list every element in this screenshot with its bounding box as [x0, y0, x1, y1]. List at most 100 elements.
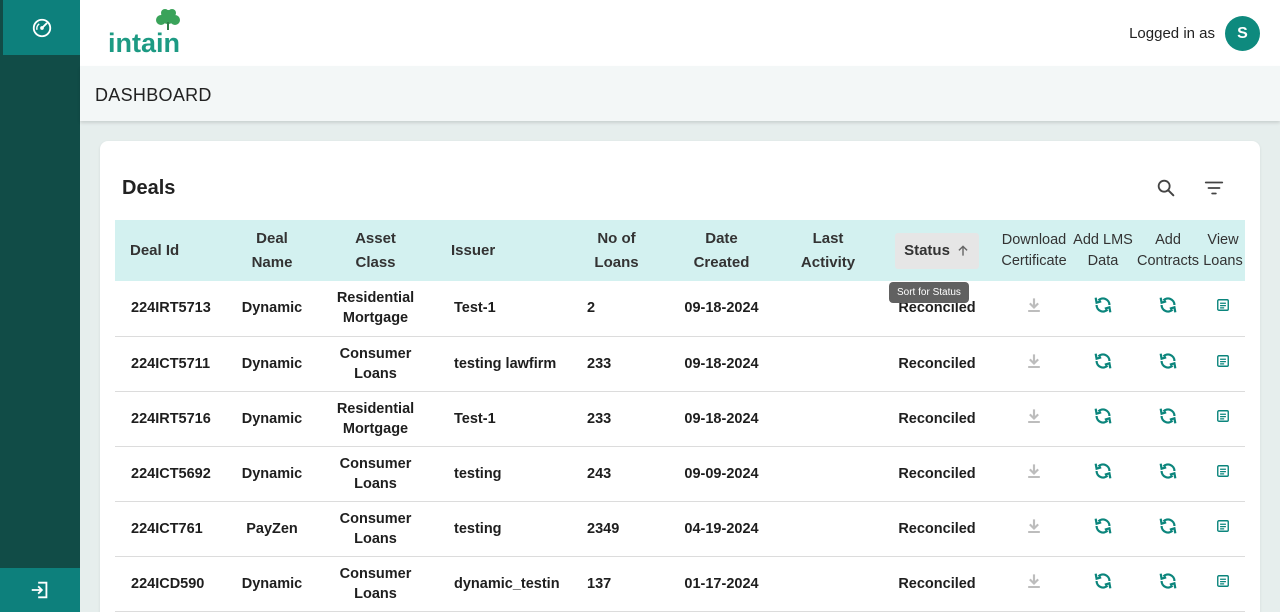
cell-asset-line2: Mortgage: [342, 420, 409, 437]
cell-asset-line2: Loans: [354, 365, 397, 382]
download-icon: [1028, 298, 1040, 313]
cell-no-of-loans: 233: [587, 355, 612, 372]
view-loans-button[interactable]: [1216, 519, 1230, 533]
cell-no-of-loans: 233: [587, 410, 612, 427]
col-deal-name[interactable]: Deal Name: [226, 220, 318, 281]
table-row[interactable]: 224ICD590 Dynamic Consumer Loans dynamic_…: [115, 556, 1245, 611]
add-lms-data-button[interactable]: [1092, 460, 1114, 482]
view-loans-button[interactable]: [1216, 409, 1230, 423]
cell-view-loans: [1201, 336, 1245, 391]
add-contracts-button[interactable]: [1157, 515, 1179, 537]
sort-tooltip: Sort for Status: [889, 282, 969, 303]
view-loans-button[interactable]: [1216, 574, 1230, 588]
col-add-contracts: Add Contracts: [1135, 220, 1201, 281]
table-row[interactable]: 224IRT5713 Dynamic Residential Mortgage T…: [115, 281, 1245, 336]
cell-date-created: 09-09-2024: [684, 465, 759, 482]
document-icon: [1217, 464, 1229, 477]
cell-deal-id: 224ICD590: [131, 575, 205, 592]
cell-deal-id: 224ICT5711: [131, 355, 211, 372]
cell-date-created: 04-19-2024: [684, 520, 759, 537]
deals-card: Deals Deal Id Deal Name Asset Class Issuer…: [100, 141, 1260, 612]
search-icon: [1157, 179, 1175, 197]
cell-add-lms: [1071, 391, 1135, 446]
add-lms-data-button[interactable]: [1092, 350, 1114, 372]
download-certificate-button[interactable]: [1024, 406, 1044, 426]
cell-deal-name: Dynamic: [241, 575, 303, 592]
col-date-created[interactable]: Date Created: [664, 220, 779, 281]
cell-date-created: 09-18-2024: [684, 300, 759, 317]
document-icon: [1217, 409, 1229, 422]
add-contracts-button[interactable]: [1157, 350, 1179, 372]
logout-button[interactable]: [0, 568, 80, 612]
col-deal-id[interactable]: Deal Id: [115, 220, 226, 281]
col-last-activity[interactable]: Last Activity: [779, 220, 877, 281]
col-lms-line1: Add LMS: [1073, 231, 1133, 248]
cell-asset-class: Consumer Loans: [318, 446, 433, 501]
col-status[interactable]: Status: [877, 220, 997, 281]
col-asset-class[interactable]: Asset Class: [318, 220, 433, 281]
search-button[interactable]: [1153, 175, 1179, 201]
table-row[interactable]: 224ICT5692 Dynamic Consumer Loans testing…: [115, 446, 1245, 501]
add-contracts-button[interactable]: [1157, 294, 1179, 316]
col-asset-class-line2: Class: [355, 253, 396, 271]
cell-deal-name: Dynamic: [241, 410, 303, 427]
download-certificate-button[interactable]: [1024, 571, 1044, 591]
col-no-of-loans[interactable]: No of Loans: [569, 220, 664, 281]
deals-table-body: 224IRT5713 Dynamic Residential Mortgage T…: [115, 281, 1245, 611]
cell-asset-line1: Consumer: [339, 565, 412, 582]
cell-add-contracts: [1135, 446, 1201, 501]
view-loans-button[interactable]: [1216, 354, 1230, 368]
add-lms-data-button[interactable]: [1092, 294, 1114, 316]
download-certificate-button[interactable]: [1024, 516, 1044, 536]
sync-icon: [1159, 352, 1177, 369]
intain-logo: intain: [108, 9, 180, 56]
col-date-created-line2: Created: [693, 253, 750, 271]
cell-add-lms: [1071, 556, 1135, 611]
add-lms-data-button[interactable]: [1092, 570, 1114, 592]
view-loans-button[interactable]: [1216, 298, 1230, 312]
download-certificate-button[interactable]: [1024, 351, 1044, 371]
cell-date-created: 09-18-2024: [684, 410, 759, 427]
cell-add-contracts: [1135, 556, 1201, 611]
add-contracts-button[interactable]: [1157, 570, 1179, 592]
cell-last-activity: [779, 446, 877, 501]
cell-issuer: testing: [454, 520, 502, 537]
cell-no-of-loans: 243: [587, 465, 612, 482]
sidebar-dashboard-button[interactable]: [3, 0, 80, 55]
cell-add-contracts: [1135, 336, 1201, 391]
col-add-lms-data: Add LMS Data: [1071, 220, 1135, 281]
add-contracts-button[interactable]: [1157, 405, 1179, 427]
col-issuer[interactable]: Issuer: [433, 220, 569, 281]
add-lms-data-button[interactable]: [1092, 405, 1114, 427]
cell-add-lms: [1071, 281, 1135, 336]
download-certificate-button[interactable]: [1024, 461, 1044, 481]
table-row[interactable]: 224IRT5716 Dynamic Residential Mortgage T…: [115, 391, 1245, 446]
table-header-row: Deal Id Deal Name Asset Class Issuer No of…: [115, 220, 1245, 281]
cell-asset-line2: Loans: [354, 585, 397, 602]
status-sort-button[interactable]: Status: [895, 232, 979, 269]
download-certificate-button[interactable]: [1024, 295, 1044, 315]
col-asset-class-line1: Asset: [355, 229, 396, 247]
table-row[interactable]: 224ICT5711 Dynamic Consumer Loans testing…: [115, 336, 1245, 391]
filter-button[interactable]: [1201, 175, 1227, 201]
logged-in-label: Logged in as: [1129, 25, 1215, 42]
cell-asset-line2: Loans: [354, 475, 397, 492]
cell-view-loans: [1201, 446, 1245, 501]
cell-last-activity: [779, 281, 877, 336]
cell-date-created: 01-17-2024: [684, 575, 759, 592]
col-no-of-loans-line2: Loans: [594, 253, 639, 271]
add-contracts-button[interactable]: [1157, 460, 1179, 482]
cell-add-contracts: [1135, 391, 1201, 446]
cell-asset-class: Residential Mortgage: [318, 391, 433, 446]
cell-deal-name: Dynamic: [241, 355, 303, 372]
view-loans-button[interactable]: [1216, 464, 1230, 478]
user-avatar[interactable]: S: [1225, 16, 1260, 51]
add-lms-data-button[interactable]: [1092, 515, 1114, 537]
col-download-certificate: Download Certificate: [997, 220, 1071, 281]
sync-icon: [1159, 517, 1177, 534]
sync-icon: [1094, 462, 1112, 479]
download-icon: [1028, 353, 1040, 368]
page-title-bar: DASHBOARD: [80, 66, 1280, 121]
sync-icon: [1094, 297, 1112, 313]
table-row[interactable]: 224ICT761 PayZen Consumer Loans testing 2…: [115, 501, 1245, 556]
